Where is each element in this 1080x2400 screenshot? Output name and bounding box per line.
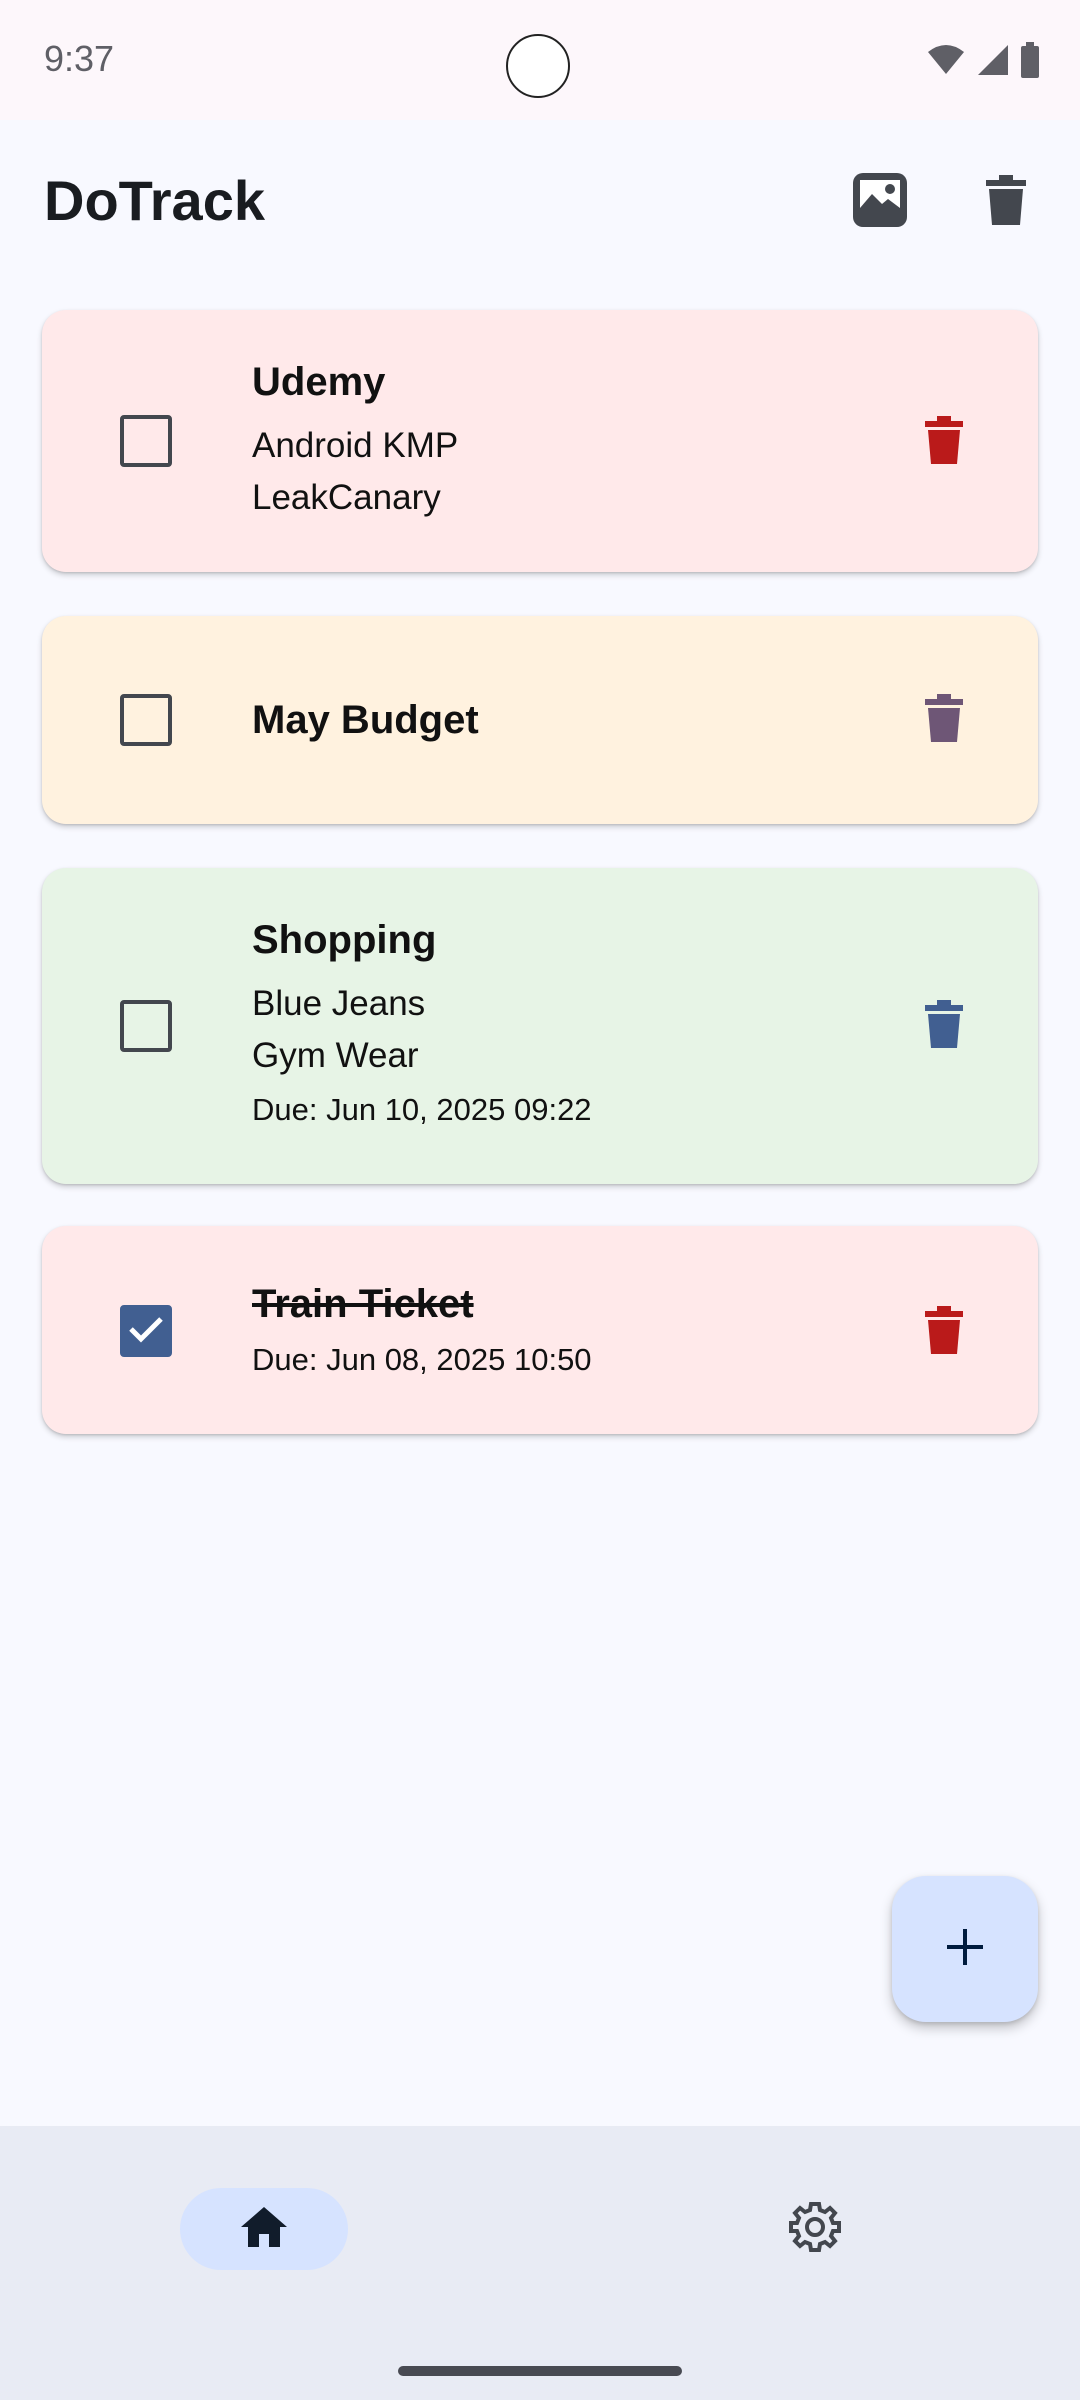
nav-home-tab[interactable] [180,2188,348,2270]
todo-content: Train Ticket Due: Jun 08, 2025 10:50 [252,1280,592,1382]
nav-settings-tab[interactable] [774,2188,856,2270]
todo-card[interactable]: Shopping Blue Jeans Gym Wear Due: Jun 10… [42,868,1038,1184]
todo-card[interactable]: Udemy Android KMP LeakCanary [42,310,1038,572]
todo-content: Shopping Blue Jeans Gym Wear Due: Jun 10… [252,916,592,1132]
todo-line: Gym Wear [252,1036,419,1075]
todo-line: Android KMP [252,426,459,465]
trash-icon [925,693,963,747]
add-todo-button[interactable] [892,1876,1038,2022]
home-indicator [398,2366,682,2376]
todo-delete-button[interactable] [920,998,968,1054]
todo-title: Train Ticket [252,1282,474,1326]
home-icon [239,2205,289,2254]
todo-delete-button[interactable] [920,692,968,748]
todo-line: LeakCanary [252,478,441,517]
todo-delete-button[interactable] [920,414,968,470]
todo-card[interactable]: Train Ticket Due: Jun 08, 2025 10:50 [42,1226,1038,1434]
delete-all-button[interactable] [970,166,1042,238]
battery-icon [1020,42,1040,78]
status-icons [926,42,1040,78]
camera-cutout [506,34,570,98]
delete-all-icon [986,174,1026,230]
trash-icon [925,1305,963,1359]
todo-content: Udemy Android KMP LeakCanary [252,358,458,524]
wifi-icon [926,44,966,76]
todo-checkbox[interactable] [120,694,172,746]
trash-icon [925,415,963,469]
todo-checkbox[interactable] [120,1305,172,1357]
image-button[interactable] [844,166,916,238]
todo-content: May Budget [252,696,479,744]
status-bar: 9:37 [0,0,1080,120]
trash-icon [925,999,963,1053]
image-icon [850,170,910,235]
todo-line: Blue Jeans [252,984,426,1023]
status-time: 9:37 [44,38,115,79]
check-icon [128,1315,164,1348]
todo-due-date: Due: Jun 08, 2025 10:50 [252,1342,592,1377]
todo-card[interactable]: May Budget [42,616,1038,824]
todo-checkbox[interactable] [120,415,172,467]
settings-icon [789,2201,841,2258]
todo-checkbox[interactable] [120,1000,172,1052]
app-title: DoTrack [44,169,265,232]
todo-due-date: Due: Jun 10, 2025 09:22 [252,1092,592,1127]
todo-title: Shopping [252,918,437,962]
todo-title: May Budget [252,698,479,742]
bottom-navigation [0,2126,1080,2400]
signal-icon [976,43,1010,77]
todo-title: Udemy [252,360,386,404]
todo-delete-button[interactable] [920,1304,968,1360]
plus-icon [945,1927,985,1972]
